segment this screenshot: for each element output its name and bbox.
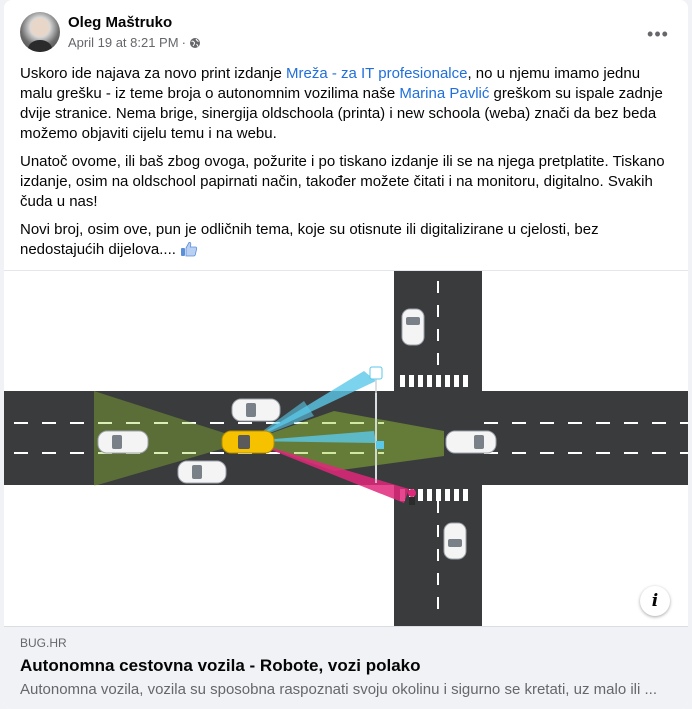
info-button[interactable]: i xyxy=(640,586,670,616)
timestamp[interactable]: April 19 at 8:21 PM xyxy=(68,35,179,50)
autonomous-intersection-illustration xyxy=(4,271,688,627)
globe-icon[interactable] xyxy=(189,37,201,49)
avatar[interactable] xyxy=(20,12,60,52)
text-segment: Uskoro ide najava za novo print izdanje xyxy=(20,65,286,82)
car-white-right xyxy=(445,430,497,454)
meta-separator: · xyxy=(181,35,186,50)
post-paragraph-1: Uskoro ide najava za novo print izdanje … xyxy=(20,64,676,144)
link-domain: BUG.HR xyxy=(20,636,67,650)
link-preview[interactable]: BUG.HR Autonomna cestovna vozila - Robot… xyxy=(4,626,688,709)
link-image[interactable]: i xyxy=(4,270,688,627)
more-options-icon: ••• xyxy=(647,24,669,44)
car-bottom-lane xyxy=(443,522,467,560)
author-name[interactable]: Oleg Maštruko xyxy=(68,14,172,31)
car-white-lower xyxy=(177,460,227,484)
post-meta: April 19 at 8:21 PM · xyxy=(68,35,201,50)
mention-link-mreza[interactable]: Mreža - za IT profesionalce xyxy=(286,65,467,82)
post-body: Uskoro ide najava za novo print izdanje … xyxy=(20,64,676,268)
post-header: Oleg Maštruko April 19 at 8:21 PM · ••• xyxy=(20,12,676,56)
pedestrian-icon xyxy=(408,489,416,505)
car-white-upper xyxy=(231,398,281,422)
more-options-button[interactable]: ••• xyxy=(644,20,672,48)
car-autonomous-yellow xyxy=(221,430,275,454)
link-title[interactable]: Autonomna cestovna vozila - Robote, vozi… xyxy=(20,656,421,676)
mention-link-marina[interactable]: Marina Pavlić xyxy=(399,85,489,102)
post-paragraph-3: Novi broj, osim ove, pun je odličnih tem… xyxy=(20,220,676,260)
car-top-lane xyxy=(401,308,425,346)
thumbs-up-emoji-icon xyxy=(181,242,198,257)
post-paragraph-2: Unatoč ovome, ili baš zbog ovoga, požuri… xyxy=(20,153,665,210)
car-white-left xyxy=(97,430,149,454)
link-description: Autonomna vozila, vozila su sposobna ras… xyxy=(20,681,657,698)
post-card: Oleg Maštruko April 19 at 8:21 PM · ••• … xyxy=(4,0,688,709)
text-segment: Novi broj, osim ove, pun je odličnih tem… xyxy=(20,221,599,258)
